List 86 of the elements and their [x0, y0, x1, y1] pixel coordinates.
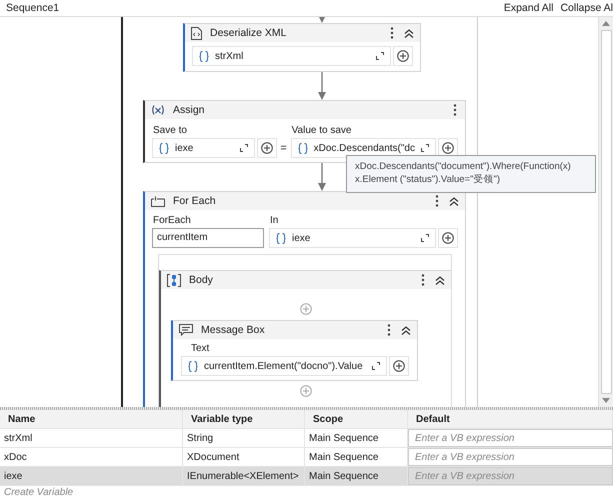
- expression-text: currentItem.Element("docno").Value: [204, 360, 364, 372]
- document-title: Sequence1: [6, 2, 60, 14]
- create-variable-field[interactable]: Create Variable: [0, 487, 74, 498]
- activity-title: Message Box: [201, 324, 266, 336]
- add-icon[interactable]: [442, 232, 454, 244]
- expression-text: strXml: [215, 50, 244, 62]
- header-action-link[interactable]: Expand All: [504, 2, 554, 14]
- expand-icon[interactable]: [376, 52, 384, 60]
- expand-icon[interactable]: [421, 144, 429, 152]
- expand-icon[interactable]: [372, 362, 380, 370]
- more-options-icon[interactable]: [421, 274, 425, 286]
- table-cell: xDoc: [0, 448, 183, 466]
- scroll-down-icon[interactable]: [602, 398, 610, 403]
- connector-arrow: [317, 163, 327, 191]
- variable-icon: [151, 105, 165, 115]
- connector-arrow: [317, 17, 327, 23]
- table-cell: Main Sequence: [305, 429, 408, 447]
- field-label: In: [270, 215, 280, 226]
- table-cell: Main Sequence: [305, 467, 408, 485]
- body-card[interactable]: Body Message Box Text currentItem.Element("docno").Value: [159, 270, 451, 407]
- default-value-field[interactable]: Enter a VB expression: [408, 448, 613, 466]
- activity-title: Assign: [173, 104, 206, 116]
- expression-field[interactable]: xDoc.Descendants("dc: [290, 138, 436, 158]
- add-icon[interactable]: [442, 142, 454, 154]
- expression-text: xDoc.Descendants("dc: [314, 142, 415, 154]
- expression-field[interactable]: currentItem.Element("docno").Value: [181, 356, 387, 376]
- activity-title: Deserialize XML: [210, 27, 288, 39]
- scrollbar-thumb[interactable]: [600, 30, 612, 394]
- message-icon: [179, 324, 193, 336]
- add-icon[interactable]: [397, 50, 409, 62]
- braces-icon: [159, 142, 169, 154]
- expression-field[interactable]: iexe: [269, 228, 436, 248]
- table-cell: IEnumerable<XElement>: [183, 467, 305, 485]
- braces-icon: [188, 360, 198, 372]
- table-cell: strXml: [0, 429, 183, 447]
- field-label: ForEach: [153, 215, 192, 226]
- column-header[interactable]: Default: [408, 410, 613, 428]
- collapse-icon[interactable]: [401, 326, 411, 334]
- field-label: Text: [191, 343, 210, 354]
- loop-icon: [151, 196, 165, 206]
- expression-text: iexe: [175, 142, 194, 154]
- xml-file-icon: [191, 26, 202, 40]
- column-header[interactable]: Name: [0, 410, 183, 428]
- add-icon[interactable]: [393, 360, 405, 372]
- expand-icon[interactable]: [240, 144, 248, 152]
- item-name-field[interactable]: currentItem: [152, 228, 264, 248]
- activity-card[interactable]: Assign Save to iexe = Value to save xDoc.Descendants("dc: [143, 100, 466, 163]
- expression-tooltip: xDoc.Descendants("document").Where(Function(x) x.Element ("status").Value="受领"): [346, 155, 596, 193]
- sequence-icon: [167, 274, 181, 286]
- table-cell: Main Sequence: [305, 448, 408, 466]
- more-options-icon[interactable]: [387, 324, 391, 336]
- more-options-icon[interactable]: [435, 195, 439, 207]
- expression-field[interactable]: iexe: [152, 138, 255, 158]
- table-cell: iexe: [0, 467, 183, 485]
- column-header[interactable]: Scope: [305, 410, 408, 428]
- default-value-field[interactable]: Enter a VB expression: [408, 467, 613, 485]
- table-cell: XDocument: [183, 448, 305, 466]
- braces-icon: [199, 50, 209, 62]
- activity-title: For Each: [173, 195, 217, 207]
- add-icon[interactable]: [260, 142, 273, 154]
- column-header[interactable]: Variable type: [183, 410, 305, 428]
- scroll-up-icon[interactable]: [602, 21, 610, 26]
- expression-text: iexe: [292, 232, 312, 244]
- table-cell: String: [183, 429, 305, 447]
- activity-card[interactable]: Message Box Text currentItem.Element("docno").Value: [171, 320, 418, 381]
- default-value-field[interactable]: Enter a VB expression: [408, 429, 613, 447]
- activity-card[interactable]: For Each ForEach currentItem In iexe Body Message Box Text currentItem.Element("docno").Value: [143, 191, 466, 407]
- field-label: Save to: [153, 125, 188, 136]
- braces-icon: [298, 142, 308, 154]
- expression-field[interactable]: strXml: [192, 46, 391, 66]
- more-options-icon[interactable]: [453, 104, 457, 116]
- connector-arrow: [317, 72, 327, 100]
- activity-title: Body: [189, 274, 214, 286]
- field-label: Value to save: [292, 125, 352, 136]
- collapse-icon[interactable]: [449, 196, 459, 206]
- expand-icon[interactable]: [421, 234, 429, 242]
- variable-row[interactable]: strXml String Main Sequence Enter a VB expression: [0, 429, 613, 448]
- braces-icon: [276, 232, 286, 244]
- header-action-link[interactable]: Collapse Al: [560, 2, 613, 14]
- variable-row[interactable]: iexe IEnumerable<XElement> Main Sequence Enter a VB expression: [0, 467, 613, 486]
- collapse-icon[interactable]: [435, 276, 445, 284]
- activity-card[interactable]: Deserialize XML strXml: [183, 23, 421, 72]
- equals-sign: =: [280, 142, 288, 156]
- collapse-icon[interactable]: [404, 28, 414, 38]
- more-options-icon[interactable]: [390, 27, 394, 39]
- vertical-scrollbar[interactable]: [598, 17, 613, 407]
